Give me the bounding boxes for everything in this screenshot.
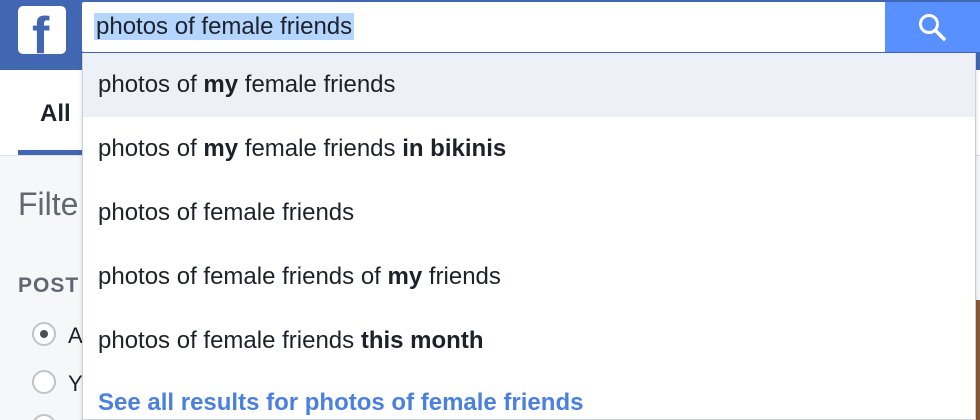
suggestion-text: photos of [98,135,204,162]
search-input[interactable]: photos of female friends [94,10,355,44]
suggestion-bold-text: my [203,135,239,162]
search-box[interactable]: photos of female friends [82,2,980,52]
suggestion-item[interactable]: photos of my female friends in bikinis [83,117,975,181]
suggestion-item[interactable]: photos of female friends of my friends [83,245,975,309]
posts-filter-radio-any[interactable] [32,322,56,346]
filter-title: Filte [18,186,79,222]
logo-letter: f [32,7,50,54]
suggestion-text: photos of female friends [98,199,355,226]
suggestion-bold-text: in bikinis [402,135,507,162]
suggestion-bold-text: my [203,71,239,98]
suggestion-bold-text: this month [360,327,484,354]
active-tab-indicator [18,150,82,155]
see-all-results-link[interactable]: See all results for photos of female fri… [98,389,583,417]
suggestion-item[interactable]: photos of female friends [83,181,975,245]
suggestion-text: photos of female friends [98,327,361,354]
suggestion-text: photos of [98,71,204,98]
tab-all[interactable]: All [40,100,71,128]
search-icon [919,14,946,41]
suggestion-bold-text: my [387,263,423,290]
suggestion-text: female friends [238,71,396,98]
posts-filter-radio-yours[interactable] [32,370,56,394]
search-suggestions-dropdown: photos of my female friends photos of my… [82,53,976,420]
suggestion-text: photos of female friends of [98,263,388,290]
posts-filter-option-label: Y [68,371,83,396]
suggestion-item[interactable]: photos of my female friends [83,53,975,117]
search-button[interactable] [885,2,980,52]
search-query-selected[interactable]: photos of female friends [94,13,355,40]
posts-filter-option-label: A [68,323,83,348]
suggestion-item[interactable]: photos of female friends this month [83,309,975,373]
posts-filter-label: POST [18,274,80,297]
facebook-logo-icon[interactable]: f [18,6,66,54]
suggestion-text: friends [422,263,501,290]
suggestion-text: female friends [238,135,403,162]
